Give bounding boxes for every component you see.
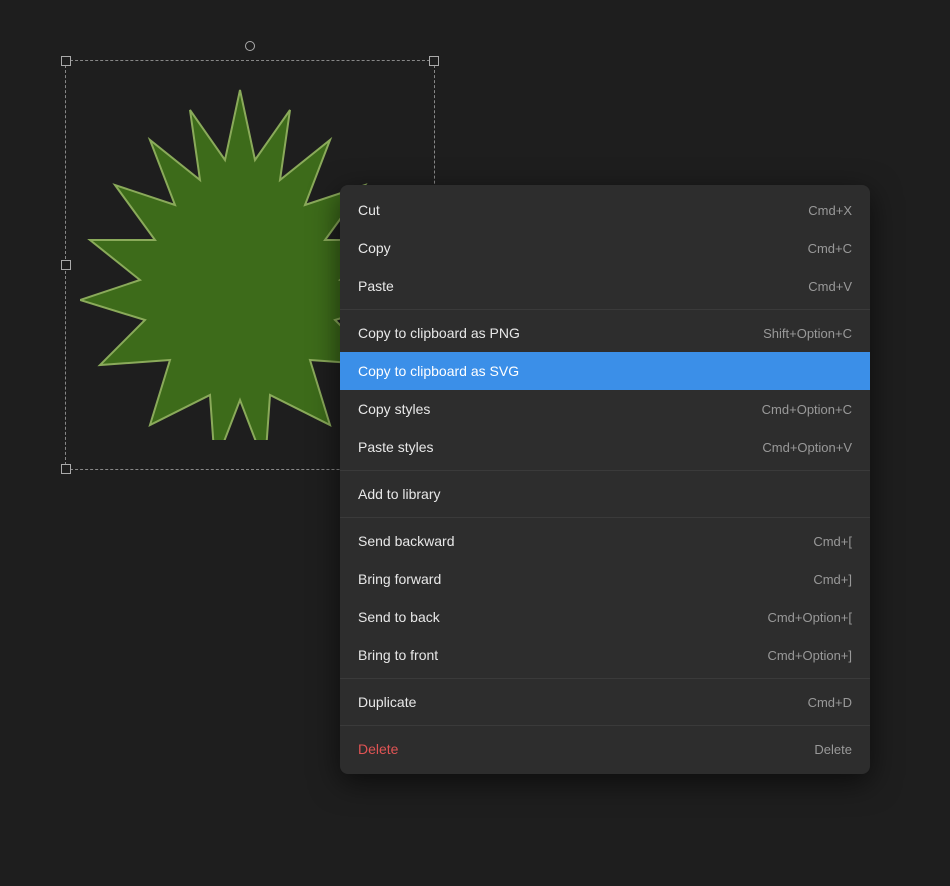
menu-item-label: Cut [358, 202, 380, 218]
menu-item-label: Paste styles [358, 439, 433, 455]
handle-top-left[interactable] [61, 56, 71, 66]
menu-item-delete[interactable]: Delete Delete [340, 730, 870, 768]
menu-divider [340, 517, 870, 518]
menu-item-label: Copy to clipboard as PNG [358, 325, 520, 341]
menu-divider [340, 309, 870, 310]
menu-item-shortcut: Cmd+] [813, 572, 852, 587]
menu-item-label: Add to library [358, 486, 440, 502]
menu-item-shortcut: Cmd+X [808, 203, 852, 218]
menu-item-duplicate[interactable]: Duplicate Cmd+D [340, 683, 870, 721]
menu-item-shortcut: Cmd+Option+V [762, 440, 852, 455]
menu-item-shortcut: Shift+Option+C [763, 326, 852, 341]
menu-item-label: Duplicate [358, 694, 416, 710]
menu-item-shortcut: Cmd+Option+C [762, 402, 852, 417]
menu-item-send-to-back[interactable]: Send to back Cmd+Option+[ [340, 598, 870, 636]
menu-item-label: Bring forward [358, 571, 441, 587]
menu-item-shortcut: Cmd+D [808, 695, 852, 710]
menu-divider [340, 470, 870, 471]
menu-item-shortcut: Cmd+Option+] [767, 648, 852, 663]
canvas: Cut Cmd+X Copy Cmd+C Paste Cmd+V Copy to clipb… [0, 0, 950, 886]
menu-item-cut[interactable]: Cut Cmd+X [340, 191, 870, 229]
menu-item-label: Send to back [358, 609, 440, 625]
menu-item-shortcut: Cmd+V [808, 279, 852, 294]
menu-divider [340, 725, 870, 726]
menu-item-send-backward[interactable]: Send backward Cmd+[ [340, 522, 870, 560]
menu-item-paste[interactable]: Paste Cmd+V [340, 267, 870, 305]
menu-item-label: Copy to clipboard as SVG [358, 363, 519, 379]
menu-item-label: Send backward [358, 533, 455, 549]
menu-divider [340, 678, 870, 679]
menu-item-copy-as-png[interactable]: Copy to clipboard as PNG Shift+Option+C [340, 314, 870, 352]
menu-item-label: Delete [358, 741, 398, 757]
menu-item-bring-to-front[interactable]: Bring to front Cmd+Option+] [340, 636, 870, 674]
handle-bottom-left[interactable] [61, 464, 71, 474]
menu-item-label: Copy [358, 240, 391, 256]
menu-item-copy-styles[interactable]: Copy styles Cmd+Option+C [340, 390, 870, 428]
menu-item-shortcut: Cmd+[ [813, 534, 852, 549]
menu-item-label: Bring to front [358, 647, 438, 663]
rotate-handle[interactable] [245, 41, 255, 51]
menu-item-label: Paste [358, 278, 394, 294]
menu-item-shortcut: Delete [814, 742, 852, 757]
menu-item-paste-styles[interactable]: Paste styles Cmd+Option+V [340, 428, 870, 466]
menu-item-shortcut: Cmd+Option+[ [767, 610, 852, 625]
handle-mid-left[interactable] [61, 260, 71, 270]
menu-item-copy-as-svg[interactable]: Copy to clipboard as SVG [340, 352, 870, 390]
menu-item-bring-forward[interactable]: Bring forward Cmd+] [340, 560, 870, 598]
menu-item-shortcut: Cmd+C [808, 241, 852, 256]
menu-item-copy[interactable]: Copy Cmd+C [340, 229, 870, 267]
menu-item-label: Copy styles [358, 401, 430, 417]
context-menu: Cut Cmd+X Copy Cmd+C Paste Cmd+V Copy to clipb… [340, 185, 870, 774]
handle-top-right[interactable] [429, 56, 439, 66]
menu-item-add-to-library[interactable]: Add to library [340, 475, 870, 513]
